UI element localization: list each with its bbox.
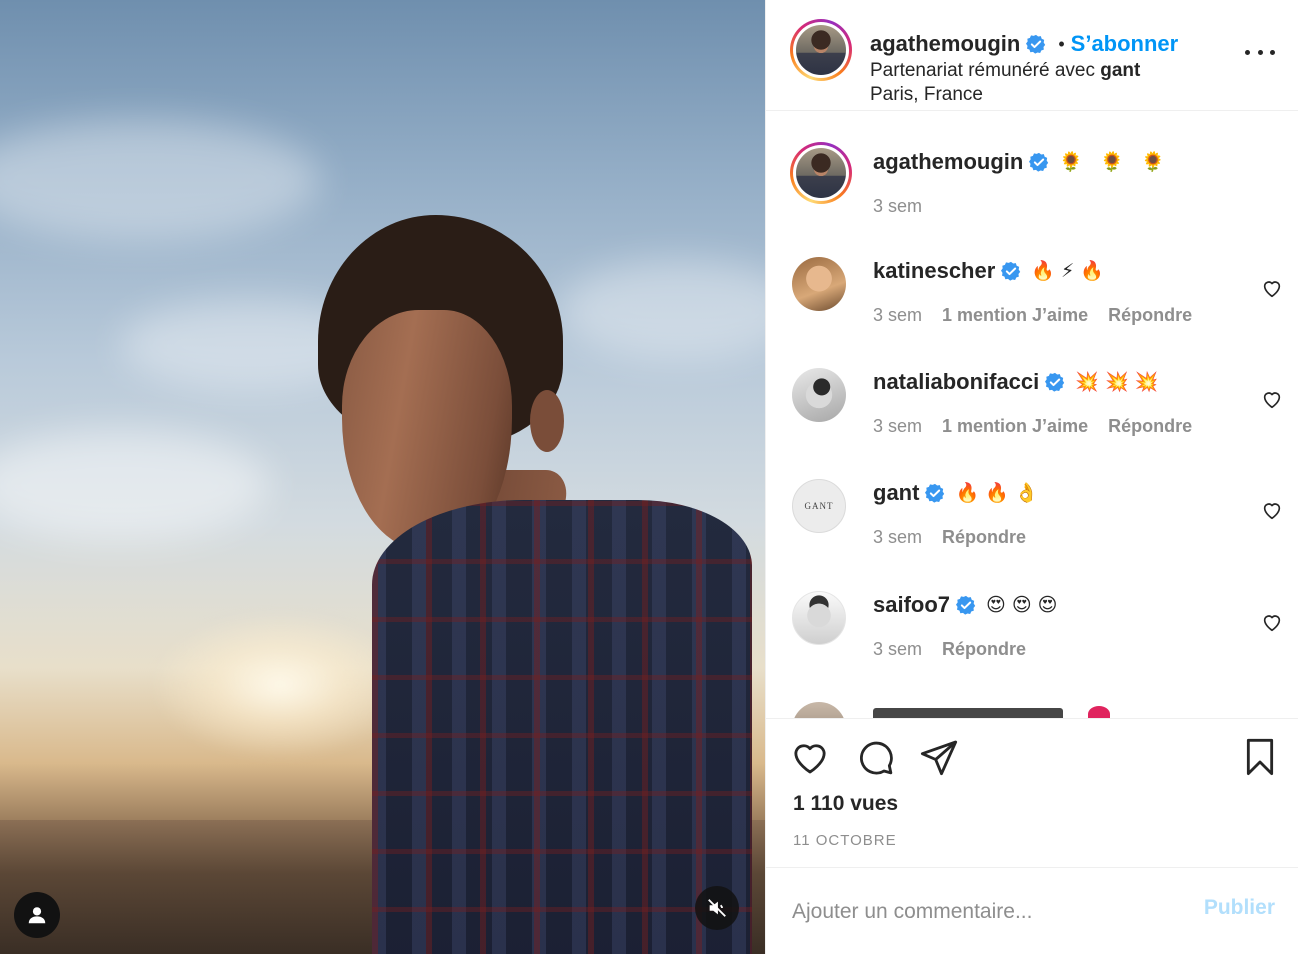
caption-avatar[interactable] xyxy=(790,142,852,204)
cloud xyxy=(560,260,765,360)
reply-button[interactable]: Répondre xyxy=(1108,305,1192,326)
comment-like-heart-icon[interactable] xyxy=(1261,277,1283,299)
separator-dot: • xyxy=(1058,33,1065,54)
post-media-video[interactable] xyxy=(0,0,765,954)
post-sidebar: agathemougin • S’abonner Partenariat rém… xyxy=(765,0,1298,954)
heart-icon[interactable] xyxy=(790,737,830,777)
author-avatar[interactable] xyxy=(790,19,852,81)
comment-composer: Publier xyxy=(766,868,1298,954)
caption-time[interactable]: 3 sem xyxy=(873,196,922,217)
comment-avatar[interactable] xyxy=(792,368,846,422)
comment-text: 🔥⚡🔥 xyxy=(1031,261,1110,282)
comment-likes[interactable]: 1 mention J’aime xyxy=(942,305,1088,326)
partnership-brand-link[interactable]: gant xyxy=(1100,60,1140,81)
unmute-button[interactable] xyxy=(695,886,739,930)
comment-avatar[interactable] xyxy=(792,257,846,311)
verified-badge-icon xyxy=(1026,34,1046,54)
comments-list[interactable]: agathemougin 🌻 🌻 🌻 3 sem katinescher 🔥⚡🔥… xyxy=(766,112,1298,718)
bookmark-icon[interactable] xyxy=(1240,737,1280,777)
publish-button[interactable]: Publier xyxy=(1204,896,1275,920)
view-count[interactable]: 1 110 vues xyxy=(793,792,898,816)
heart-emoji-cutoff xyxy=(1088,706,1110,718)
comment-username[interactable]: katinescher xyxy=(873,258,995,284)
follow-button[interactable]: S’abonner xyxy=(1071,31,1179,57)
comment-icon[interactable] xyxy=(855,737,895,777)
more-options-icon[interactable] xyxy=(1245,40,1275,64)
comment-avatar[interactable] xyxy=(792,702,846,718)
author-username[interactable]: agathemougin xyxy=(870,31,1020,57)
comment-time[interactable]: 3 sem xyxy=(873,639,922,660)
reply-button[interactable]: Répondre xyxy=(942,527,1026,548)
figure-ear xyxy=(530,390,564,452)
comment-like-heart-icon[interactable] xyxy=(1261,611,1283,633)
sun-glow xyxy=(150,610,410,760)
post-location[interactable]: Paris, France xyxy=(870,84,983,106)
comment-username[interactable]: gant xyxy=(873,480,919,506)
comment-time[interactable]: 3 sem xyxy=(873,527,922,548)
brand-logo-text: GANT xyxy=(804,501,834,511)
comment-like-heart-icon[interactable] xyxy=(1261,499,1283,521)
comment-text: 😍😍😍 xyxy=(986,594,1064,616)
post-header: agathemougin • S’abonner Partenariat rém… xyxy=(766,0,1298,111)
user-tag-icon xyxy=(28,907,46,924)
comment-text: 💥💥💥 xyxy=(1075,372,1165,393)
comment-text: 🔥🔥👌 xyxy=(955,483,1045,504)
reply-button[interactable]: Répondre xyxy=(1108,416,1192,437)
cloud xyxy=(0,120,320,240)
comment-avatar[interactable]: GANT xyxy=(792,479,846,533)
comment-input[interactable] xyxy=(792,896,1192,928)
comment-time[interactable]: 3 sem xyxy=(873,416,922,437)
comment-username[interactable]: saifoo7 xyxy=(873,592,950,618)
share-icon[interactable] xyxy=(919,737,959,777)
comment-like-heart-icon[interactable] xyxy=(1261,388,1283,410)
muted-speaker-icon xyxy=(708,899,726,917)
tagged-users-button[interactable] xyxy=(14,892,60,938)
verified-badge-icon xyxy=(956,595,976,615)
comment-avatar[interactable] xyxy=(792,591,846,645)
caption-text: 🌻 🌻 🌻 xyxy=(1059,152,1171,173)
verified-badge-icon xyxy=(925,483,945,503)
caption-username[interactable]: agathemougin xyxy=(873,149,1023,175)
post-date[interactable]: 11 OCTOBRE xyxy=(793,832,897,849)
post-actions: 1 110 vues 11 OCTOBRE xyxy=(766,718,1298,868)
comment-username-cutoff xyxy=(873,708,1063,718)
comment-time[interactable]: 3 sem xyxy=(873,305,922,326)
comment-username[interactable]: nataliabonifacci xyxy=(873,369,1039,395)
figure-plaid-shirt xyxy=(372,500,752,954)
verified-badge-icon xyxy=(1001,261,1021,281)
verified-badge-icon xyxy=(1029,152,1049,172)
verified-badge-icon xyxy=(1045,372,1065,392)
comment-likes[interactable]: 1 mention J’aime xyxy=(942,416,1088,437)
partnership-prefix: Partenariat rémunéré avec xyxy=(870,60,1101,81)
cloud xyxy=(0,430,270,540)
paid-partnership: Partenariat rémunéré avec gant xyxy=(870,60,1140,82)
reply-button[interactable]: Répondre xyxy=(942,639,1026,660)
